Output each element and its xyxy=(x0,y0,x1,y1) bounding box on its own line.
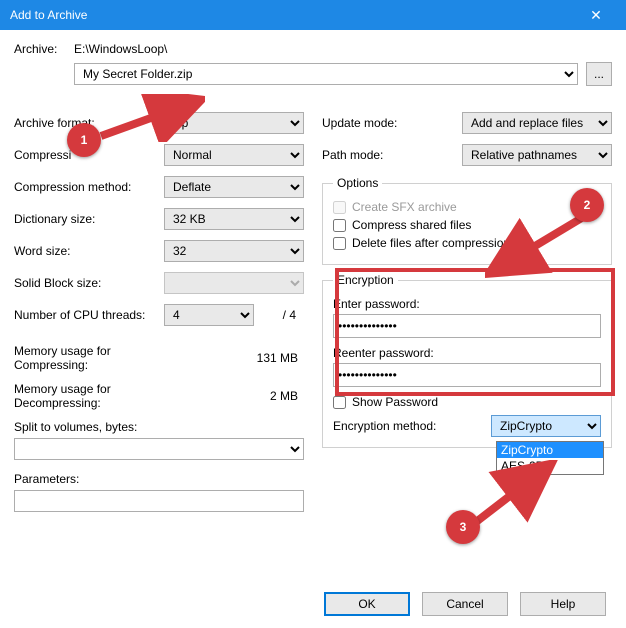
path-mode-select[interactable]: Relative pathnames xyxy=(462,144,612,166)
parameters-input[interactable] xyxy=(14,490,304,512)
archive-path: E:\WindowsLoop\ xyxy=(74,42,612,56)
word-size-select[interactable]: 32 xyxy=(164,240,304,262)
annotation-badge-3: 3 xyxy=(446,510,480,544)
delete-after-checkbox[interactable] xyxy=(333,237,346,250)
window-title: Add to Archive xyxy=(10,8,87,22)
solid-block-select xyxy=(164,272,304,294)
compression-method-label: Compression method: xyxy=(14,180,164,194)
split-volumes-select[interactable] xyxy=(14,438,304,460)
ok-button[interactable]: OK xyxy=(324,592,410,616)
cancel-button[interactable]: Cancel xyxy=(422,592,508,616)
annotation-badge-2: 2 xyxy=(570,188,604,222)
update-mode-label: Update mode: xyxy=(322,116,462,130)
show-password-row[interactable]: Show Password xyxy=(333,395,601,409)
left-column: Archive format: zip Compressi Normal Com… xyxy=(14,112,304,512)
sfx-checkbox xyxy=(333,201,346,214)
annotation-redbox xyxy=(335,268,615,396)
path-mode-label: Path mode: xyxy=(322,148,462,162)
mem-comp-label: Memory usage for Compressing: xyxy=(14,344,164,372)
options-legend: Options xyxy=(333,176,382,190)
annotation-arrow-1 xyxy=(95,94,205,142)
cpu-total: / 4 xyxy=(254,308,300,322)
cpu-threads-label: Number of CPU threads: xyxy=(14,308,164,322)
split-volumes-label: Split to volumes, bytes: xyxy=(14,420,304,434)
dictionary-size-label: Dictionary size: xyxy=(14,212,164,226)
mem-decomp-value: 2 MB xyxy=(164,389,304,403)
titlebar: Add to Archive ✕ xyxy=(0,0,626,30)
browse-button[interactable]: ... xyxy=(586,62,612,86)
dictionary-size-select[interactable]: 32 KB xyxy=(164,208,304,230)
annotation-arrow-2 xyxy=(485,210,595,280)
annotation-arrow-3 xyxy=(470,460,560,530)
word-size-label: Word size: xyxy=(14,244,164,258)
show-password-checkbox[interactable] xyxy=(333,396,346,409)
parameters-label: Parameters: xyxy=(14,472,304,486)
cpu-threads-select[interactable]: 4 xyxy=(164,304,254,326)
mem-decomp-label: Memory usage for Decompressing: xyxy=(14,382,164,410)
annotation-badge-1: 1 xyxy=(67,123,101,157)
enc-option-zipcrypto[interactable]: ZipCrypto xyxy=(497,442,603,458)
solid-block-label: Solid Block size: xyxy=(14,276,164,290)
update-mode-select[interactable]: Add and replace files xyxy=(462,112,612,134)
button-bar: OK Cancel Help xyxy=(324,592,606,616)
mem-comp-value: 131 MB xyxy=(164,351,304,365)
compression-level-select[interactable]: Normal xyxy=(164,144,304,166)
compress-shared-checkbox[interactable] xyxy=(333,219,346,232)
close-icon[interactable]: ✕ xyxy=(576,7,616,24)
archive-label: Archive: xyxy=(14,42,64,56)
help-button[interactable]: Help xyxy=(520,592,606,616)
archive-file-select[interactable]: My Secret Folder.zip xyxy=(74,63,578,85)
compression-method-select[interactable]: Deflate xyxy=(164,176,304,198)
encryption-method-label: Encryption method: xyxy=(333,419,485,433)
encryption-method-select[interactable]: ZipCrypto xyxy=(491,415,601,437)
